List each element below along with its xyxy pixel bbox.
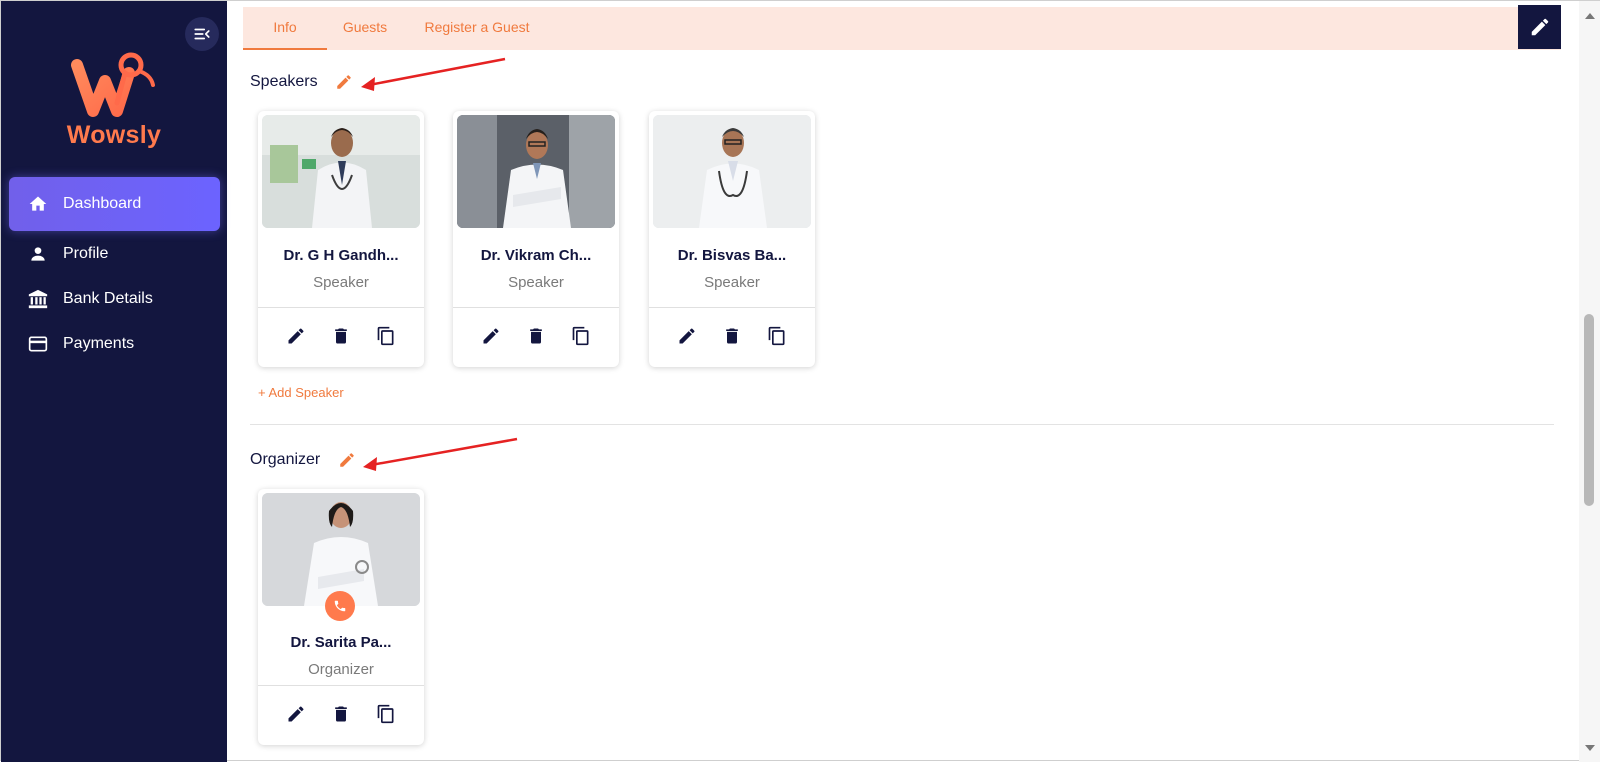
organizer-role: Organizer [308, 661, 374, 678]
speaker-role: Speaker [313, 274, 369, 291]
person-icon [27, 243, 49, 265]
collapse-sidebar-button[interactable] [185, 17, 219, 51]
annotation-arrow [361, 57, 506, 91]
call-button[interactable] [325, 591, 355, 621]
app-window: Wowsly Dashboard Profile Bank Details Pa… [0, 0, 1600, 762]
trash-icon [335, 706, 347, 722]
copy-speaker-button[interactable] [765, 324, 789, 348]
copy-organizer-button[interactable] [374, 702, 398, 726]
scroll-up-arrow-icon[interactable] [1585, 13, 1595, 19]
trash-icon [530, 328, 542, 344]
sidebar-item-bank-details[interactable]: Bank Details [9, 276, 220, 321]
pencil-icon [679, 328, 695, 344]
edit-event-button[interactable] [1518, 5, 1561, 49]
copy-icon [572, 326, 589, 346]
card-actions [649, 324, 815, 348]
annotation-arrow [363, 437, 518, 471]
edit-speaker-button[interactable] [284, 324, 308, 348]
sidebar-item-label: Profile [63, 244, 109, 262]
speaker-name: Dr. Bisvas Ba... [677, 247, 787, 264]
sidebar-nav: Dashboard Profile Bank Details Payments [9, 177, 220, 366]
speaker-name: Dr. Vikram Ch... [480, 247, 592, 264]
speakers-section-title: Speakers [250, 73, 318, 90]
scrollbar-thumb[interactable] [1584, 314, 1594, 506]
edit-speakers-icon[interactable] [335, 73, 353, 91]
trash-icon [335, 328, 347, 344]
menu-collapse-icon [194, 28, 210, 40]
delete-speaker-button[interactable] [524, 324, 548, 348]
edit-speaker-button[interactable] [675, 324, 699, 348]
speaker-role: Speaker [704, 274, 760, 291]
add-speaker-link[interactable]: + Add Speaker [258, 385, 344, 400]
tab-register-guest[interactable]: Register a Guest [419, 7, 535, 50]
pencil-icon [1531, 18, 1548, 36]
speaker-role: Speaker [508, 274, 564, 291]
trash-icon [726, 328, 738, 344]
card-actions [258, 702, 424, 726]
sidebar-item-label: Dashboard [63, 195, 142, 212]
organizer-name: Dr. Sarita Pa... [290, 634, 392, 651]
organizer-photo [262, 493, 420, 606]
pencil-icon [288, 328, 304, 344]
card-divider [453, 307, 619, 308]
speaker-photo [653, 115, 811, 228]
bank-icon [27, 288, 49, 310]
speaker-photo [262, 115, 420, 228]
speaker-name: Dr. G H Gandh... [283, 247, 399, 264]
vertical-scrollbar[interactable] [1579, 1, 1600, 762]
speaker-card[interactable]: Dr. Vikram Ch... Speaker [453, 111, 619, 367]
sidebar-item-dashboard[interactable]: Dashboard [9, 177, 220, 231]
delete-speaker-button[interactable] [329, 324, 353, 348]
card-actions [258, 324, 424, 348]
sidebar-item-profile[interactable]: Profile [9, 231, 220, 276]
tab-guests[interactable]: Guests [337, 7, 393, 50]
card-divider [258, 685, 424, 686]
delete-organizer-button[interactable] [329, 702, 353, 726]
sidebar-item-label: Bank Details [63, 289, 153, 307]
card-divider [649, 307, 815, 308]
copy-icon [768, 326, 785, 346]
sidebar-item-payments[interactable]: Payments [9, 321, 220, 366]
copy-icon [377, 326, 394, 346]
edit-organizer-button[interactable] [284, 702, 308, 726]
edit-speaker-button[interactable] [479, 324, 503, 348]
edit-organizer-icon[interactable] [338, 451, 356, 469]
sidebar-item-label: Payments [63, 334, 135, 352]
section-divider [250, 424, 1554, 425]
delete-speaker-button[interactable] [720, 324, 744, 348]
copy-speaker-button[interactable] [374, 324, 398, 348]
speaker-card[interactable]: Dr. Bisvas Ba... Speaker [649, 111, 815, 367]
pencil-icon [288, 706, 304, 722]
organizer-section-title: Organizer [250, 451, 321, 468]
speaker-photo [457, 115, 615, 228]
card-divider [258, 307, 424, 308]
copy-speaker-button[interactable] [569, 324, 593, 348]
sidebar: Wowsly Dashboard Profile Bank Details Pa… [1, 1, 227, 762]
copy-icon [377, 704, 394, 724]
organizer-card[interactable]: Dr. Sarita Pa... Organizer [258, 489, 424, 745]
brand-name: Wowsly [66, 121, 162, 149]
pencil-icon [483, 328, 499, 344]
credit-card-icon [27, 333, 49, 355]
card-actions [453, 324, 619, 348]
tab-info[interactable]: Info [243, 7, 327, 50]
scroll-down-arrow-icon[interactable] [1585, 745, 1595, 751]
phone-icon [334, 600, 346, 612]
speaker-card[interactable]: Dr. G H Gandh... Speaker [258, 111, 424, 367]
home-icon [27, 193, 49, 215]
tab-bar: Info Guests Register a Guest [243, 7, 1561, 50]
